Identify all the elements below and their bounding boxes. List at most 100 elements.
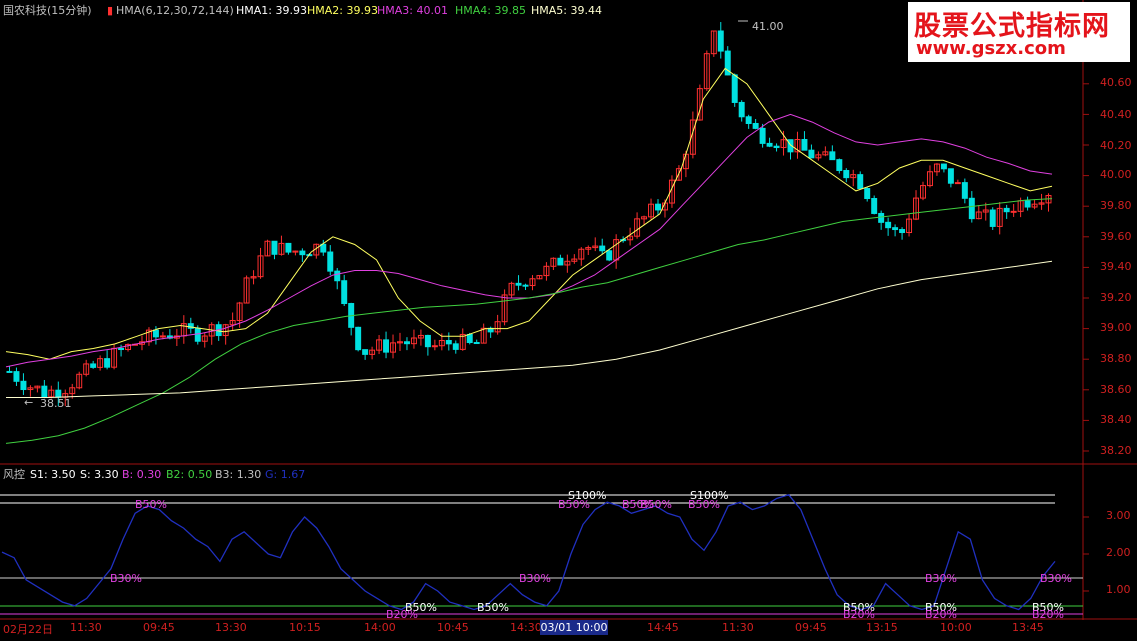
hma-line-hma3: [5, 113, 1053, 368]
legend-hma3: HMA3: 40.01: [377, 4, 448, 17]
candle-body: [773, 145, 780, 149]
time-tick: 11:30: [70, 621, 102, 634]
hma-line-hma5: [6, 260, 1053, 398]
price-tick: 40.40: [1100, 108, 1132, 121]
price-tick: 38.20: [1100, 444, 1132, 457]
candle-body: [878, 212, 885, 223]
legend-hma1: HMA1: 39.93: [236, 4, 307, 17]
sub-legend-b2: B2: 0.50: [166, 468, 213, 481]
time-tick: 13:30: [215, 621, 247, 634]
time-tick: 02月22日: [3, 623, 53, 636]
candle-body: [731, 74, 738, 103]
candle-body: [515, 282, 522, 286]
legend-hma5: HMA5: 39.44: [531, 4, 602, 17]
candle-body: [745, 116, 752, 124]
risk-control-line: [1, 494, 1056, 611]
price-tick: 38.80: [1100, 352, 1132, 365]
candle-body: [118, 347, 125, 351]
candle-body: [947, 168, 954, 184]
b50-label: B50%: [688, 498, 720, 511]
candle-body: [341, 280, 348, 305]
price-tick: 39.80: [1100, 199, 1132, 212]
candle-body: [445, 340, 452, 345]
price-tick: 38.60: [1100, 383, 1132, 396]
b50-label: B50%: [558, 498, 590, 511]
candle-body: [557, 257, 564, 266]
candle-body: [968, 197, 975, 220]
legend-up-icon: ▮: [107, 4, 114, 17]
candle-body: [271, 240, 278, 255]
candle-body: [1003, 207, 1010, 213]
candle-body: [954, 182, 961, 185]
stock-chart-window: 国农科技(15分钟) ▮ HMA(6,12,30,72,144) HMA1: 3…: [0, 0, 1137, 641]
candle-body: [989, 209, 996, 227]
time-tick: 14:00: [364, 621, 396, 634]
sub-indicator-name: 风控: [3, 468, 25, 481]
candle-body: [320, 243, 327, 253]
sub-legend-s1: S1: 3.50: [30, 468, 76, 481]
candle-body: [522, 284, 529, 287]
candle-body: [473, 342, 480, 345]
candle-body: [864, 188, 871, 200]
candle-body: [1010, 210, 1017, 213]
candle-body: [599, 245, 606, 252]
candle-body: [403, 341, 410, 345]
candle-body: [90, 363, 97, 368]
b50-label: B50%: [640, 498, 672, 511]
low-price-label: 38.51: [40, 397, 72, 410]
b30-label: B30%: [519, 572, 551, 585]
sub-legend-b3: B3: 1.30: [215, 468, 262, 481]
candle-body: [152, 329, 159, 338]
sub-legend-s: S: 3.30: [80, 468, 119, 481]
candle-body: [362, 349, 369, 355]
b50-label: B50%: [135, 498, 167, 511]
candle-body: [961, 182, 968, 199]
b20-label: B20%: [386, 608, 418, 621]
b30-label: B30%: [110, 572, 142, 585]
candle-body: [836, 159, 843, 172]
time-tick: 09:45: [795, 621, 827, 634]
price-tick: 39.20: [1100, 291, 1132, 304]
candle-body: [885, 221, 892, 229]
candle-body: [327, 251, 334, 272]
time-tick: 10:15: [289, 621, 321, 634]
candle-body: [940, 163, 947, 170]
price-tick: 39.00: [1100, 321, 1132, 334]
sub-tick: 3.00: [1106, 509, 1131, 522]
price-tick: 38.40: [1100, 413, 1132, 426]
candle-body: [6, 370, 13, 373]
b30-label: B30%: [925, 572, 957, 585]
candle-body: [808, 149, 815, 159]
b30-label: B30%: [1040, 572, 1072, 585]
legend-hma4: HMA4: 39.85: [455, 4, 526, 17]
candle-body: [871, 198, 878, 214]
candle-body: [355, 326, 362, 351]
stock-title: 国农科技(15分钟): [3, 4, 92, 17]
legend-hma2: HMA2: 39.93: [307, 4, 378, 17]
sub-legend-b: B: 0.30: [122, 468, 162, 481]
time-tick: 14:45: [647, 621, 679, 634]
candle-body: [194, 327, 201, 342]
candle-body: [759, 127, 766, 144]
candle-body: [334, 270, 341, 282]
time-tick: 10:45: [437, 621, 469, 634]
candle-body: [20, 380, 27, 391]
site-watermark: 股票公式指标网 www.gszx.com: [908, 2, 1130, 62]
candle-body: [383, 339, 390, 353]
sub-legend-g: G: 1.67: [265, 468, 306, 481]
candle-body: [857, 174, 864, 190]
chart-canvas[interactable]: [0, 0, 1137, 641]
candle-body: [717, 30, 724, 52]
candle-body: [41, 385, 48, 398]
price-tick: 40.00: [1100, 168, 1132, 181]
cursor-date-label: 03/01 10:00: [540, 620, 608, 635]
price-tick: 39.40: [1100, 260, 1132, 273]
time-tick: 13:15: [866, 621, 898, 634]
candle-body: [752, 122, 759, 129]
b50-low-label: B50%: [477, 601, 509, 614]
candle-body: [892, 227, 899, 231]
watermark-url: www.gszx.com: [916, 38, 1066, 59]
price-tick: 39.60: [1100, 230, 1132, 243]
candle-body: [431, 345, 438, 348]
time-tick: 09:45: [143, 621, 175, 634]
